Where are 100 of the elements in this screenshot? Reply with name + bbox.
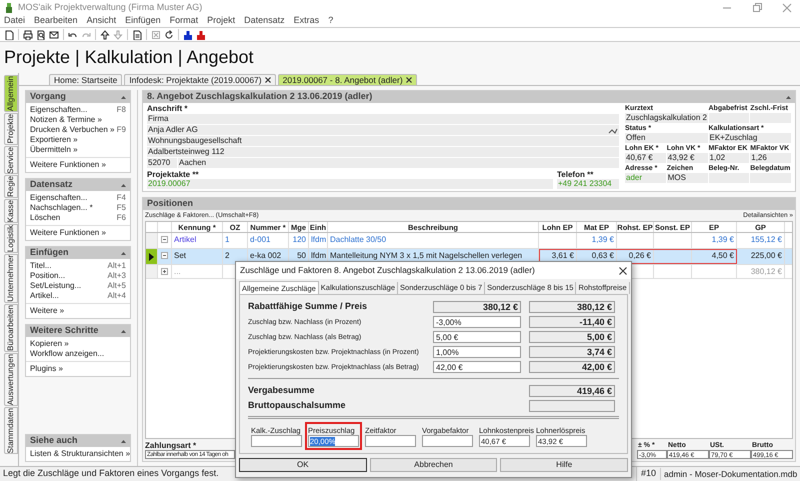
menu-item[interactable]: Datei <box>4 14 26 28</box>
table-cell: 120 <box>292 235 306 244</box>
panel-header[interactable]: Datensatz <box>26 179 130 191</box>
side-tab[interactable]: Allgemein <box>4 75 18 112</box>
document-tab[interactable]: Home: Startseite <box>49 74 122 85</box>
page-heading: Projekte | Kalkulation | Angebot <box>4 46 254 69</box>
collapse-icon <box>121 330 126 332</box>
collapse-icon <box>121 96 126 98</box>
figure-icon[interactable] <box>183 30 193 40</box>
side-tab[interactable]: Stammdaten <box>4 407 18 454</box>
panel-header[interactable]: Siehe auch <box>26 435 130 447</box>
collapse-icon[interactable] <box>786 96 791 98</box>
text-field[interactable]: 1,26 <box>750 153 791 163</box>
new-document-icon[interactable] <box>4 30 14 40</box>
menu-item[interactable]: Nachschlagen... * F5 <box>30 203 126 213</box>
panel-header[interactable]: Weitere Schritte <box>26 325 130 337</box>
menu-item[interactable]: Workflow anzeigen... <box>30 349 126 359</box>
menu-item[interactable]: Position... Alt+3 <box>30 271 126 281</box>
print-icon[interactable] <box>23 30 33 40</box>
menu-item[interactable]: Set/Leistung... Alt+5 <box>30 281 126 291</box>
panel-header[interactable]: Einfügen <box>26 247 130 259</box>
status-message: Legt die Zuschläge und Faktoren eines Vorgangs fest. <box>2 467 220 480</box>
side-tab[interactable]: Unternehmer <box>4 254 18 304</box>
menu-item[interactable]: Exportieren » <box>30 135 126 145</box>
close-icon[interactable] <box>406 77 412 83</box>
menu-item[interactable]: Datensatz <box>244 14 285 28</box>
menu-item[interactable]: Kopieren » <box>30 339 126 349</box>
text-field[interactable]: 1,02 <box>708 153 750 163</box>
menu-item[interactable]: Übermitteln » <box>30 145 126 155</box>
side-tab[interactable]: Büroarbeiten <box>4 304 18 352</box>
table-cell: 155,12 € <box>750 235 782 244</box>
up-arrow-icon[interactable] <box>100 30 110 40</box>
print-preview-icon[interactable] <box>36 30 46 40</box>
text-field[interactable]: 380,12 € <box>433 300 521 312</box>
table-cell: 1,39 € <box>592 235 614 244</box>
text-field[interactable]: 42,00 € <box>433 360 521 372</box>
table-cell: 50 <box>297 251 306 260</box>
menu-item[interactable]: Titel... Alt+1 <box>30 261 126 271</box>
text-field[interactable]: 42,00 € <box>529 360 615 372</box>
table-cell: Set <box>174 251 186 260</box>
text-field[interactable]: 40,67 € <box>625 153 666 163</box>
dialog-button[interactable]: Hilfe <box>500 458 628 472</box>
document-icon[interactable] <box>132 30 142 40</box>
field-label: Projektakte ** <box>147 170 199 179</box>
menu-item[interactable]: Extras <box>294 14 320 28</box>
side-tab[interactable]: Regie <box>4 175 18 198</box>
text-field[interactable]: Zuschlagskalkulation 2 <box>625 113 708 123</box>
text-field[interactable]: 5,00 € <box>529 330 615 342</box>
menu-item[interactable]: Format <box>170 14 198 28</box>
text-field[interactable]: 5,00 € <box>433 330 521 342</box>
figure-icon[interactable] <box>196 30 206 40</box>
menu-item[interactable]: Artikel... Alt+4 <box>30 291 126 301</box>
collapse-icon[interactable] <box>161 236 168 243</box>
side-tab[interactable]: Auswertungen <box>4 352 18 406</box>
text-field[interactable]: 380,12 € <box>529 300 615 312</box>
menu-item[interactable]: Notizen & Termine » <box>30 115 126 125</box>
document-tab[interactable]: Infodesk: Projektakte (2019.00067) <box>124 74 276 85</box>
link[interactable]: Weitere Funktionen » <box>30 228 126 238</box>
text-field[interactable]: 419,46 € <box>529 384 615 396</box>
table-cell: 380,12 € <box>750 267 782 276</box>
maximize-icon[interactable] <box>752 2 762 12</box>
text-field[interactable]: Offen <box>625 133 708 143</box>
side-tab[interactable]: Service <box>4 146 18 174</box>
side-tab[interactable]: Kasse <box>4 199 18 224</box>
table-cell: 3,61 € <box>552 251 574 260</box>
menu-item[interactable]: Ansicht <box>86 14 116 28</box>
dialog-button[interactable]: Abbrechen <box>370 458 498 472</box>
text-field[interactable]: MOS <box>666 173 708 183</box>
close-icon[interactable] <box>619 266 627 274</box>
menu-item[interactable]: ? <box>328 14 334 28</box>
text-field[interactable]: 1,00% <box>433 346 521 358</box>
text-field[interactable]: 43,92 € <box>666 153 708 163</box>
menu-item[interactable]: Bearbeiten <box>34 14 78 28</box>
side-tab[interactable]: Logistik <box>4 224 18 254</box>
mail-icon[interactable] <box>49 30 59 40</box>
menu-item[interactable]: Drucken & Verbuchen » F9 <box>30 125 126 135</box>
menu-item[interactable]: Projekt <box>207 14 236 28</box>
refresh-icon[interactable] <box>164 30 174 40</box>
text-field[interactable] <box>529 400 615 412</box>
text-field[interactable]: 3,74 € <box>529 346 615 358</box>
side-tab[interactable]: Projekte <box>4 113 18 144</box>
link[interactable]: Weitere » <box>30 306 126 316</box>
menu-item[interactable]: Eigenschaften... F4 <box>30 193 126 203</box>
document-tab[interactable]: 2019.00067 - 8. Angebot (adler) <box>278 74 417 85</box>
text-field[interactable]: -3,00% <box>433 316 521 328</box>
menu-item[interactable]: Löschen F6 <box>30 213 126 223</box>
link[interactable]: Plugins » <box>30 364 126 374</box>
collapse-icon[interactable] <box>161 252 168 259</box>
dialog-button[interactable]: OK <box>239 458 367 472</box>
panel-header[interactable]: Vorgang <box>26 91 130 103</box>
zip-field[interactable]: 52070 <box>147 158 177 168</box>
close-icon[interactable] <box>264 77 271 83</box>
link[interactable]: Weitere Funktionen » <box>30 160 126 170</box>
window-title: MOS'aik Projektverwaltung (Firma Muster AG) <box>18 0 202 14</box>
text-field[interactable]: -11,40 € <box>529 316 615 328</box>
menu-item[interactable]: Eigenschaften... F8 <box>30 105 126 115</box>
city-field[interactable]: Aachen <box>178 158 619 168</box>
menu-item[interactable]: Einfügen <box>125 14 161 28</box>
text-field[interactable]: EK+Zuschlag <box>708 133 791 143</box>
expand-icon[interactable] <box>161 268 168 275</box>
